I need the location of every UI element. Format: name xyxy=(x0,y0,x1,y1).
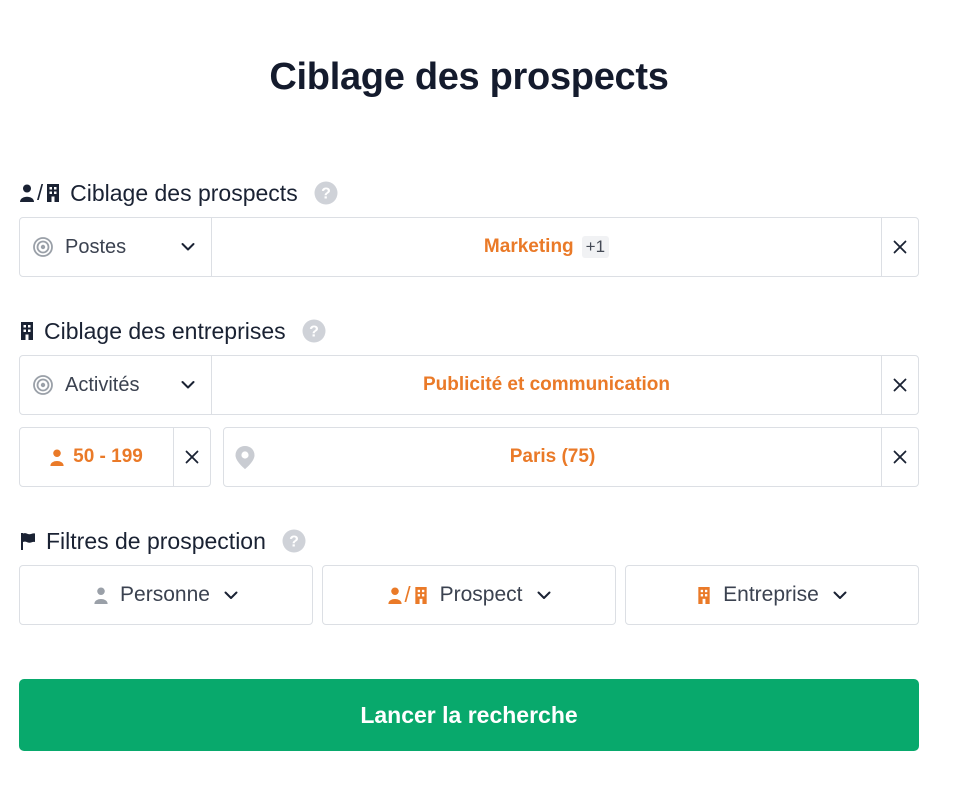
building-icon xyxy=(697,586,711,604)
postes-select-label: Postes xyxy=(65,235,127,258)
company-size-value[interactable]: 50 - 199 xyxy=(20,428,173,486)
location-value[interactable]: Paris (75) xyxy=(224,428,881,486)
target-icon xyxy=(33,237,53,257)
activites-selected-value: Publicité et communication xyxy=(422,374,671,395)
location-label: Paris (75) xyxy=(509,446,596,467)
clear-location-button[interactable] xyxy=(881,428,918,486)
person-building-icon: / xyxy=(20,180,60,206)
company-filter-label: Entreprise xyxy=(723,583,819,606)
building-icon xyxy=(47,184,60,202)
flag-icon xyxy=(20,532,36,550)
help-icon[interactable]: ? xyxy=(314,181,338,205)
chevron-down-icon xyxy=(833,591,847,600)
companies-section-title: Ciblage des entreprises xyxy=(44,317,286,344)
company-size-label: 50 - 199 xyxy=(73,446,143,467)
target-icon xyxy=(33,375,53,395)
prospect-filter-dropdown[interactable]: / Prospect xyxy=(322,565,616,625)
clear-activites-button[interactable] xyxy=(881,356,918,414)
clear-postes-button[interactable] xyxy=(881,218,918,276)
close-icon xyxy=(893,378,907,392)
chevron-down-icon xyxy=(181,381,195,390)
svg-text:?: ? xyxy=(309,324,319,341)
company-filter-dropdown[interactable]: Entreprise xyxy=(625,565,919,625)
close-icon xyxy=(185,450,199,464)
activites-select-label: Activités xyxy=(65,373,140,396)
chevron-down-icon xyxy=(224,591,238,600)
person-filter-label: Personne xyxy=(120,583,210,606)
person-icon xyxy=(94,586,108,604)
slash-separator: / xyxy=(37,180,44,205)
prospect-filter-label: Prospect xyxy=(439,583,523,606)
companies-section-header: Ciblage des entreprises ? xyxy=(20,316,326,346)
clear-size-button[interactable] xyxy=(173,428,210,486)
company-size-filter[interactable]: 50 - 199 xyxy=(19,427,211,487)
person-icon xyxy=(20,184,34,202)
activites-select[interactable]: Activités xyxy=(20,356,212,414)
launch-search-button[interactable]: Lancer la recherche xyxy=(19,679,919,751)
svg-text:?: ? xyxy=(289,534,299,551)
prospects-section-title: Ciblage des prospects xyxy=(70,179,298,206)
building-icon xyxy=(20,322,34,340)
close-icon xyxy=(893,240,907,254)
page-title: Ciblage des prospects xyxy=(269,56,669,98)
filters-section-header: Filtres de prospection ? xyxy=(20,526,306,556)
close-icon xyxy=(893,450,907,464)
help-icon[interactable]: ? xyxy=(302,319,326,343)
person-icon xyxy=(387,586,402,604)
person-filter-dropdown[interactable]: Personne xyxy=(19,565,313,625)
postes-value[interactable]: Marketing +1 xyxy=(212,218,881,276)
chevron-down-icon xyxy=(181,243,195,252)
person-icon xyxy=(50,448,64,466)
prospects-section-header: / Ciblage des prospects ? xyxy=(20,178,338,208)
postes-select[interactable]: Postes xyxy=(20,218,212,276)
help-icon[interactable]: ? xyxy=(282,529,306,553)
person-building-icon: / xyxy=(387,582,428,608)
svg-text:?: ? xyxy=(321,186,331,203)
activites-value[interactable]: Publicité et communication xyxy=(212,356,881,414)
activities-filter-row: Activités Publicité et communication xyxy=(19,355,919,415)
prospects-filter-row: Postes Marketing +1 xyxy=(19,217,919,277)
chevron-down-icon xyxy=(537,591,551,600)
postes-selected-value: Marketing xyxy=(483,236,574,257)
location-filter[interactable]: Paris (75) xyxy=(223,427,919,487)
building-icon xyxy=(414,586,427,604)
slash-separator: / xyxy=(404,582,411,607)
filters-section-title: Filtres de prospection xyxy=(46,527,266,554)
extra-count-badge: +1 xyxy=(581,236,610,258)
